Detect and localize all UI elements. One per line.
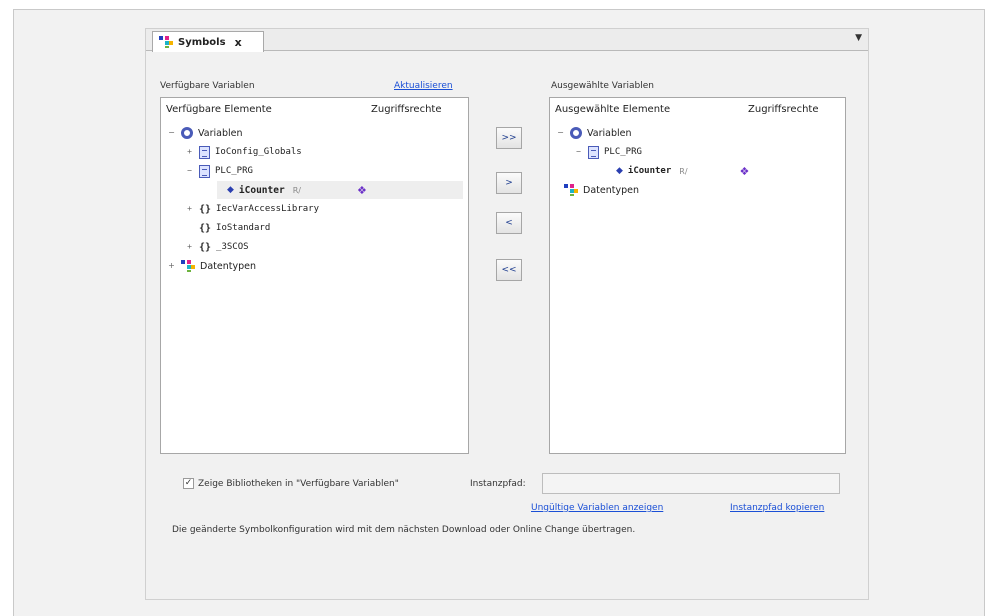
tree-item-label: IoStandard <box>216 223 271 233</box>
variables-icon <box>570 127 582 139</box>
tree-item-label: _3SCOS <box>216 242 249 252</box>
program-icon <box>588 145 599 159</box>
tree-item-3scos[interactable]: + {} _3SCOS <box>185 238 249 256</box>
selected-variables-title: Ausgewählte Variablen <box>551 81 654 91</box>
col-access-rights: Zugriffsrechte <box>748 104 819 115</box>
tree-item-label: PLC_PRG <box>215 166 253 176</box>
symbols-editor: Symbols x ▼ Verfügbare Variablen Aktuali… <box>145 28 869 600</box>
tree-item-plc-prg[interactable]: − PLC_PRG <box>185 162 253 180</box>
tree-item-ioconfig-globals[interactable]: + IoConfig_Globals <box>185 143 302 161</box>
show-libraries-checkbox[interactable]: ✓ <box>183 478 194 489</box>
close-icon[interactable]: x <box>235 36 242 49</box>
access-rights-icon[interactable]: ❖ <box>740 165 750 178</box>
tab-bar: Symbols x ▼ <box>146 29 868 52</box>
tree-item-label: iCounter <box>238 184 285 196</box>
show-libraries-option[interactable]: ✓ Zeige Bibliotheken in "Verfügbare Vari… <box>183 478 399 489</box>
tree-item-label: IoConfig_Globals <box>215 147 302 157</box>
remove-button[interactable]: < <box>496 212 522 234</box>
variable-pin-icon: ◆ <box>227 185 234 195</box>
library-icon: {} <box>199 203 212 215</box>
info-text: Die geänderte Symbolkonfiguration wird m… <box>172 525 636 535</box>
add-button[interactable]: > <box>496 172 522 194</box>
library-icon: {} <box>199 222 212 234</box>
remove-all-button[interactable]: << <box>496 259 522 281</box>
collapse-icon[interactable]: − <box>167 128 176 138</box>
expand-icon[interactable]: + <box>185 147 194 157</box>
col-selected-elements: Ausgewählte Elemente <box>555 104 671 115</box>
show-libraries-label: Zeige Bibliotheken in "Verfügbare Variab… <box>198 478 399 489</box>
available-variables-title: Verfügbare Variablen <box>160 81 255 91</box>
tab-title: Symbols <box>178 36 226 48</box>
datatypes-icon <box>181 260 195 272</box>
tree-item-label: Datentypen <box>200 260 256 272</box>
datatypes-icon <box>564 184 578 196</box>
tree-item-label: PLC_PRG <box>604 147 642 157</box>
collapse-icon[interactable]: − <box>574 147 583 157</box>
access-rights-icon[interactable]: ❖ <box>357 184 367 197</box>
tree-item-datentypen[interactable]: Datentypen <box>564 181 639 199</box>
expand-icon[interactable]: + <box>185 204 194 214</box>
show-invalid-variables-link[interactable]: Ungültige Variablen anzeigen <box>531 503 663 513</box>
tree-item-iostandard[interactable]: {} IoStandard <box>199 219 270 237</box>
tree-item-label: Variablen <box>198 127 243 139</box>
tree-item-datentypen[interactable]: + Datentypen <box>167 257 256 275</box>
expand-icon[interactable]: + <box>167 261 176 271</box>
variables-icon <box>181 127 193 139</box>
tree-item-label: IecVarAccessLibrary <box>216 204 319 214</box>
tree-header: Verfügbare Elemente Zugriffsrechte <box>161 98 468 120</box>
copy-instance-path-link[interactable]: Instanzpfad kopieren <box>730 503 824 513</box>
tree-item-icounter[interactable]: ◆ iCounter R/ ❖ <box>606 162 749 180</box>
col-available-elements: Verfügbare Elemente <box>166 104 272 115</box>
expand-icon[interactable]: + <box>185 242 194 252</box>
variable-pin-icon: ◆ <box>616 166 623 176</box>
add-all-button[interactable]: >> <box>496 127 522 149</box>
available-variables-tree[interactable]: Verfügbare Elemente Zugriffsrechte − Var… <box>160 97 469 454</box>
instance-path-label: Instanzpfad: <box>470 479 526 489</box>
tree-item-label: Variablen <box>587 127 632 139</box>
access-text: R/ <box>679 166 688 176</box>
symbols-icon <box>159 36 173 48</box>
access-text: R/ <box>292 185 301 195</box>
tree-header: Ausgewählte Elemente Zugriffsrechte <box>550 98 845 120</box>
tree-item-icounter[interactable]: ◆ iCounter R/ ❖ <box>217 181 463 199</box>
tree-item-plc-prg[interactable]: − PLC_PRG <box>574 143 642 161</box>
collapse-icon[interactable]: − <box>556 128 565 138</box>
selected-variables-tree[interactable]: Ausgewählte Elemente Zugriffsrechte − Va… <box>549 97 846 454</box>
tab-symbols[interactable]: Symbols x <box>152 31 264 52</box>
collapse-icon[interactable]: − <box>185 166 194 176</box>
chevron-down-icon[interactable]: ▼ <box>855 33 862 43</box>
tree-item-variablen[interactable]: − Variablen <box>167 124 243 142</box>
instance-path-field[interactable] <box>542 473 840 494</box>
library-icon: {} <box>199 241 212 253</box>
tree-item-variablen[interactable]: − Variablen <box>556 124 632 142</box>
refresh-link[interactable]: Aktualisieren <box>394 81 453 91</box>
tree-item-label: Datentypen <box>583 184 639 196</box>
program-icon <box>199 164 210 178</box>
col-access-rights: Zugriffsrechte <box>371 104 442 115</box>
gvl-icon <box>199 145 210 159</box>
tree-item-label: iCounter <box>627 166 672 176</box>
tree-item-iecvaraccesslibrary[interactable]: + {} IecVarAccessLibrary <box>185 200 319 218</box>
